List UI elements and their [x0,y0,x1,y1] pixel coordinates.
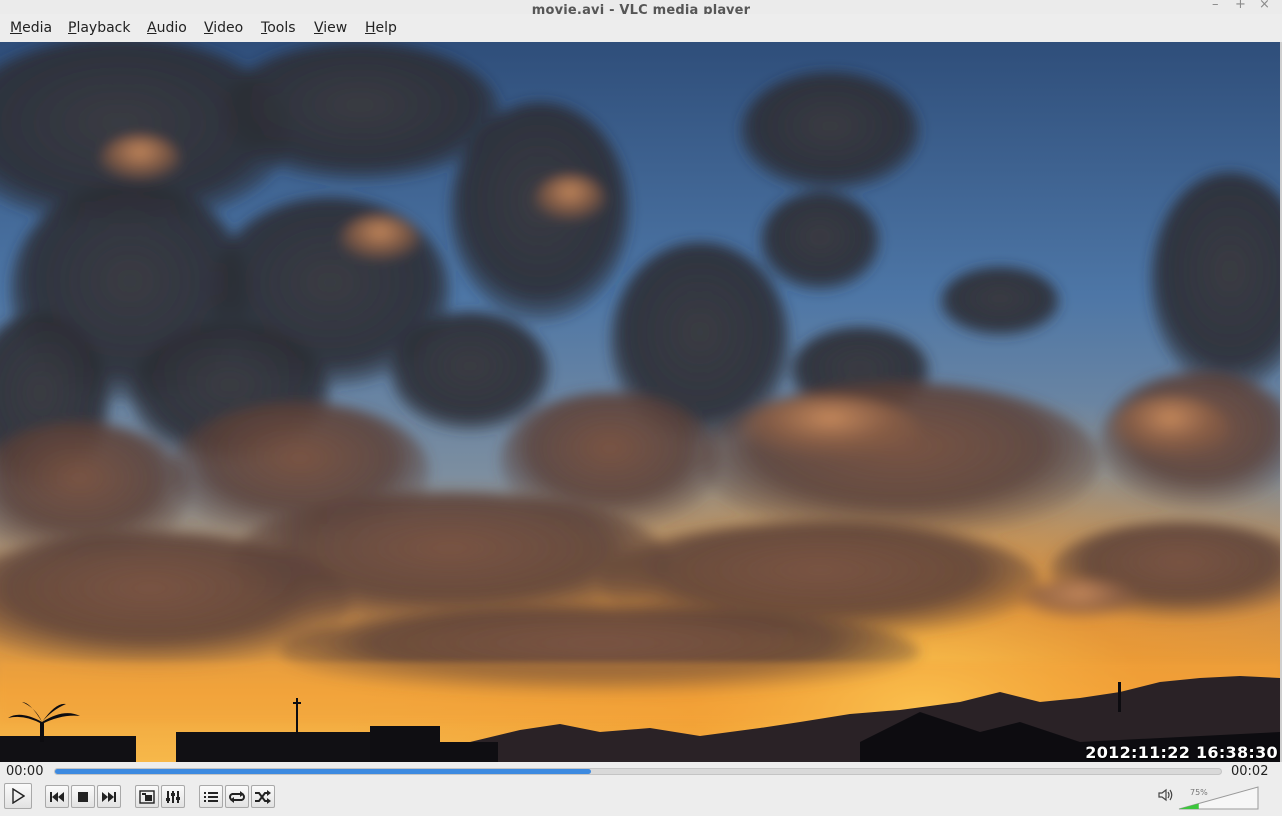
menu-media[interactable]: Media [10,20,52,36]
extended-settings-icon [166,790,180,803]
previous-button[interactable] [45,785,69,808]
menu-audio-mnemonic: A [147,20,157,36]
menu-help-label: elp [375,20,397,36]
video-frame-sunset [0,42,1280,762]
menu-help-mnemonic: H [365,20,376,36]
menu-video-label: ideo [213,20,244,36]
menu-playback[interactable]: Playback [68,20,130,36]
shuffle-button[interactable] [251,785,275,808]
menu-audio[interactable]: Audio [147,20,187,36]
menu-media-mnemonic: M [10,20,23,36]
play-icon [12,788,25,804]
loop-icon [229,790,245,803]
close-button[interactable]: × [1259,0,1270,12]
elapsed-time[interactable]: 00:00 [6,764,43,779]
playlist-icon [204,791,218,802]
minimize-button[interactable]: – [1212,0,1219,12]
seek-row: 00:00 00:02 [0,762,1282,782]
loop-button[interactable] [225,785,249,808]
menu-tools-label: ools [267,20,296,36]
menu-help[interactable]: Help [365,20,397,36]
controls-toolbar: 75% [0,782,1282,816]
fullscreen-icon [139,789,155,804]
stop-icon [78,791,88,802]
total-time[interactable]: 00:02 [1231,764,1268,779]
play-button[interactable] [4,783,32,809]
video-timestamp-overlay: 2012:11:22 16:38:30 [1085,743,1278,762]
menu-video[interactable]: Video [204,20,243,36]
window-titlebar: movie.avi - VLC media player – + × [0,0,1282,17]
mute-button[interactable] [1158,787,1174,806]
menu-tools[interactable]: Tools [261,20,296,36]
video-display[interactable]: 2012:11:22 16:38:30 [0,42,1280,762]
menu-video-mnemonic: V [204,20,214,36]
volume-slider[interactable] [1178,786,1260,810]
next-icon [102,791,116,802]
maximize-button[interactable]: + [1235,0,1246,12]
menu-view[interactable]: View [314,20,347,36]
menu-view-label: iew [323,20,348,36]
playlist-button[interactable] [199,785,223,808]
menu-bar: Media Playback Audio Video Tools View He… [0,14,1282,42]
extended-settings-button[interactable] [161,785,185,808]
fullscreen-button[interactable] [135,785,159,808]
seek-progress-fill [55,769,592,774]
speaker-icon [1158,788,1173,802]
menu-audio-label: udio [156,20,187,36]
menu-playback-label: layback [76,20,131,36]
menu-media-label: edia [22,20,53,36]
seek-slider[interactable] [54,768,1222,775]
next-button[interactable] [97,785,121,808]
stop-button[interactable] [71,785,95,808]
previous-icon [50,791,64,802]
shuffle-icon [255,789,271,804]
menu-view-mnemonic: V [314,20,324,36]
